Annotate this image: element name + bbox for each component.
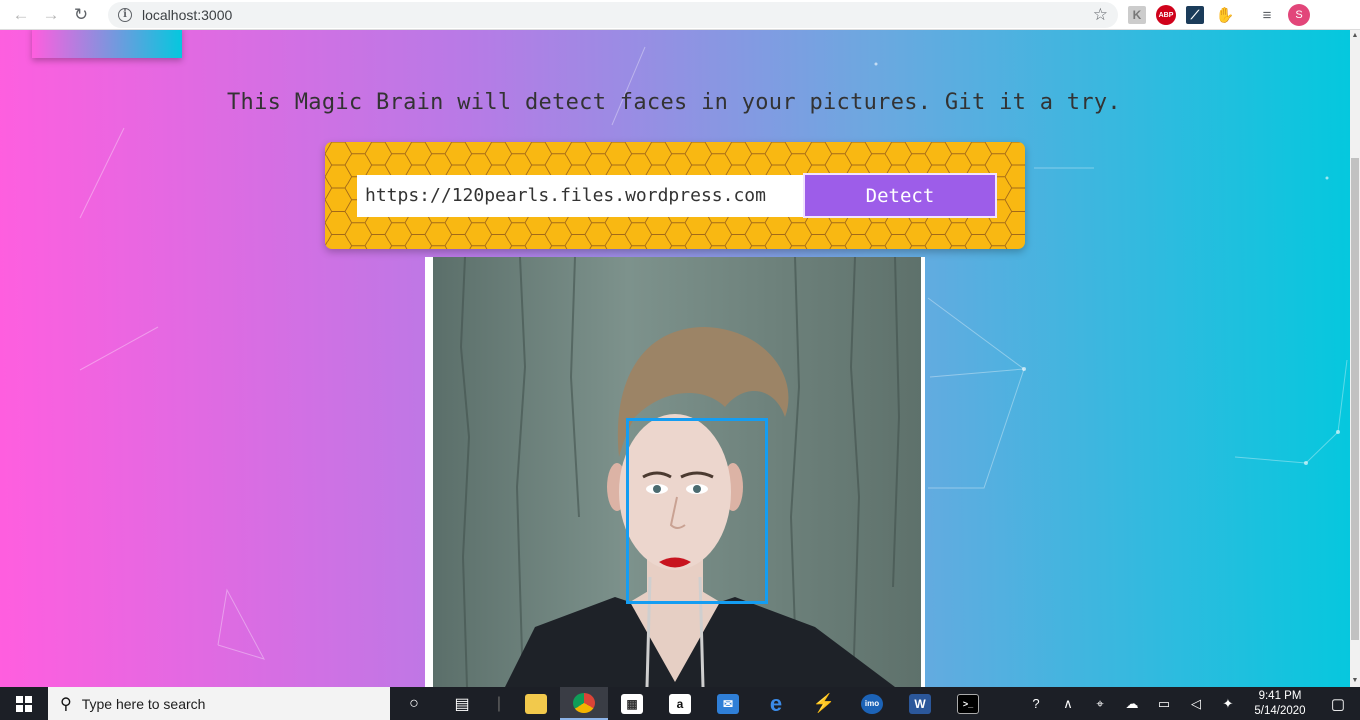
onedrive-icon[interactable]: ☁ (1116, 687, 1148, 720)
taskbar-search[interactable]: ⚲ Type here to search (48, 687, 390, 720)
app-page: This Magic Brain will detect faces in yo… (0, 30, 1350, 687)
windows-logo-icon (16, 695, 32, 712)
image-url-input[interactable] (357, 175, 803, 217)
back-button[interactable]: ← (6, 3, 36, 27)
chrome-icon[interactable] (560, 687, 608, 720)
page-tagline: This Magic Brain will detect faces in yo… (227, 90, 1121, 115)
blue-extension-icon[interactable]: ⟋ (1186, 6, 1204, 24)
reload-button[interactable]: ↻ (66, 3, 96, 27)
hand-icon[interactable]: ✋ (1214, 4, 1236, 26)
scroll-down-arrow-icon[interactable]: ▼ (1350, 675, 1360, 687)
address-text[interactable]: localhost:3000 (142, 7, 232, 23)
abp-icon[interactable]: ABP (1156, 5, 1176, 25)
clock-time: 9:41 PM (1258, 689, 1302, 702)
start-button[interactable] (0, 687, 48, 720)
search-icon: ⚲ (60, 695, 72, 713)
store-icon[interactable]: ▦ (608, 687, 656, 720)
mail-icon[interactable]: ✉ (704, 687, 752, 720)
file-explorer-icon[interactable] (512, 687, 560, 720)
battery-icon[interactable]: ▭ (1148, 687, 1180, 720)
back-arrow-icon: ← (12, 4, 30, 24)
cortana-icon[interactable]: ○ (390, 687, 438, 720)
forward-button[interactable]: → (36, 3, 66, 27)
site-info-icon[interactable]: i (118, 8, 132, 22)
browser-toolbar: ← → ↻ i localhost:3000 ☆ K ABP ⟋ ✋ ≡ S (0, 0, 1360, 30)
visual-studio-icon[interactable]: ⚡ (800, 687, 848, 720)
windows-taskbar: ⚲ Type here to search ○ ▤ | ▦ a ✉ e ⚡ im… (0, 687, 1360, 720)
volume-icon[interactable]: ◁ (1180, 687, 1212, 720)
page-scrollbar[interactable]: ▲ ▼ (1350, 30, 1360, 687)
face-bounding-box (626, 418, 768, 604)
help-icon[interactable]: ? (1020, 687, 1052, 720)
word-icon[interactable]: W (896, 687, 944, 720)
imo-icon[interactable]: imo (848, 687, 896, 720)
scroll-up-arrow-icon[interactable]: ▲ (1350, 30, 1360, 42)
scrollbar-thumb[interactable] (1351, 158, 1359, 640)
system-clock[interactable]: 9:41 PM 5/14/2020 (1244, 689, 1316, 719)
detect-button[interactable]: Detect (803, 173, 997, 218)
media-control-icon[interactable]: ≡ (1256, 4, 1278, 26)
network-icon[interactable]: ⌖ (1084, 687, 1116, 720)
clock-date: 5/14/2020 (1254, 704, 1306, 717)
dropbox-icon[interactable]: ✦ (1212, 687, 1244, 720)
notifications-icon[interactable]: ▢ (1316, 687, 1360, 720)
reload-icon: ↻ (73, 4, 89, 24)
search-placeholder: Type here to search (81, 695, 206, 712)
amazon-icon[interactable]: a (656, 687, 704, 720)
face-image (425, 257, 925, 687)
extensions-area: K ABP ⟋ ✋ ≡ S (1128, 3, 1310, 27)
k-icon[interactable]: K (1128, 6, 1146, 24)
profile-avatar[interactable]: S (1288, 4, 1310, 26)
terminal-icon[interactable]: >_ (944, 687, 992, 720)
forward-arrow-icon: → (42, 4, 60, 24)
chevron-up-icon[interactable]: ∧ (1052, 687, 1084, 720)
task-view-icon[interactable]: ▤ (438, 687, 486, 720)
address-bar[interactable]: i localhost:3000 ☆ (108, 2, 1118, 28)
logo-tile[interactable] (32, 30, 182, 58)
taskbar-divider: | (496, 694, 502, 712)
image-url-form: Detect (325, 142, 1025, 249)
system-tray: ? ∧ ⌖ ☁ ▭ ◁ ✦ 9:41 PM 5/14/2020 ▢ (1020, 687, 1360, 720)
bookmark-star-icon[interactable]: ☆ (1093, 5, 1108, 25)
edge-icon[interactable]: e (752, 687, 800, 720)
